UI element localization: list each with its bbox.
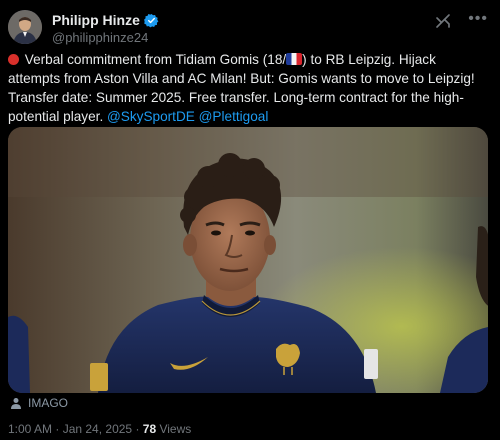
views-count: 78 [142,422,157,436]
france-flag-emoji [286,53,303,65]
player-photo [8,127,488,393]
author-name[interactable]: Philipp Hinze [52,12,140,28]
avatar[interactable] [8,10,42,44]
footer-separator: · [52,422,63,436]
media-credit: IMAGO [10,396,68,410]
mention-link[interactable]: @Plettigoal [199,109,269,124]
author-name-row: Philipp Hinze [52,12,159,28]
tweet-time[interactable]: 1:00 AM [8,422,52,436]
person-icon [11,398,21,409]
tweet-media-photo[interactable] [8,127,488,393]
author-handle[interactable]: @philipphinze24 [52,30,148,45]
grok-icon[interactable] [434,12,452,30]
footer-separator: · [132,422,143,436]
red-circle-emoji [8,54,19,65]
media-credit-text: IMAGO [28,396,69,410]
views-label: Views [156,422,192,436]
tweet-date[interactable]: Jan 24, 2025 [63,422,132,436]
tweet-footer: 1:00 AM · Jan 24, 2025 · 78 Views [8,422,191,436]
verified-badge-icon[interactable] [144,13,159,28]
tweet-text-part1: Verbal commitment from Tidiam Gomis (18/ [21,52,287,67]
avatar-image [8,10,42,44]
tweet-header: Philipp Hinze @philipphinze24 ••• [8,8,492,48]
more-options-icon[interactable]: ••• [468,10,488,28]
mention-link[interactable]: @SkySportDE [107,109,195,124]
tweet-text: Verbal commitment from Tidiam Gomis (18/… [8,50,488,126]
